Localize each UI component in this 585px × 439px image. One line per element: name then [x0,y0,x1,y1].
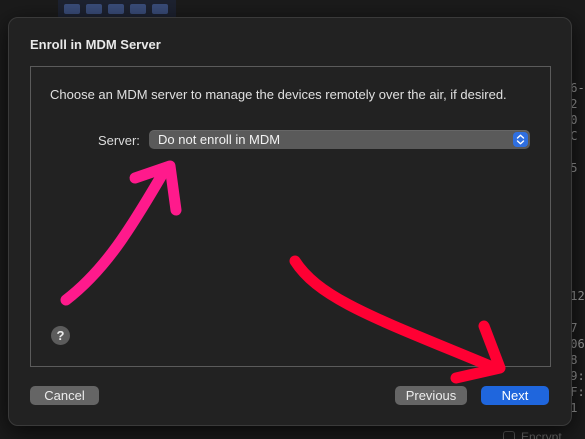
screen: 06-72704C 05 212 N7-06A809:CF:01 Encrypt… [0,0,585,439]
previous-button[interactable]: Previous [395,386,467,405]
help-button[interactable]: ? [51,326,70,345]
next-button[interactable]: Next [481,386,549,405]
enroll-mdm-sheet: Enroll in MDM Server Choose an MDM serve… [8,17,572,426]
server-label: Server: [98,133,140,148]
description-text: Choose an MDM server to manage the devic… [50,87,507,102]
background-encrypt-checkbox [503,431,515,439]
chevron-up-down-icon [513,132,528,147]
content-panel: Choose an MDM server to manage the devic… [30,66,551,367]
cancel-button[interactable]: Cancel [30,386,99,405]
background-encrypt-label: Encrypt [521,430,562,439]
server-select[interactable]: Do not enroll in MDM [149,130,530,149]
server-select-value: Do not enroll in MDM [158,132,281,147]
sheet-title: Enroll in MDM Server [30,37,161,52]
